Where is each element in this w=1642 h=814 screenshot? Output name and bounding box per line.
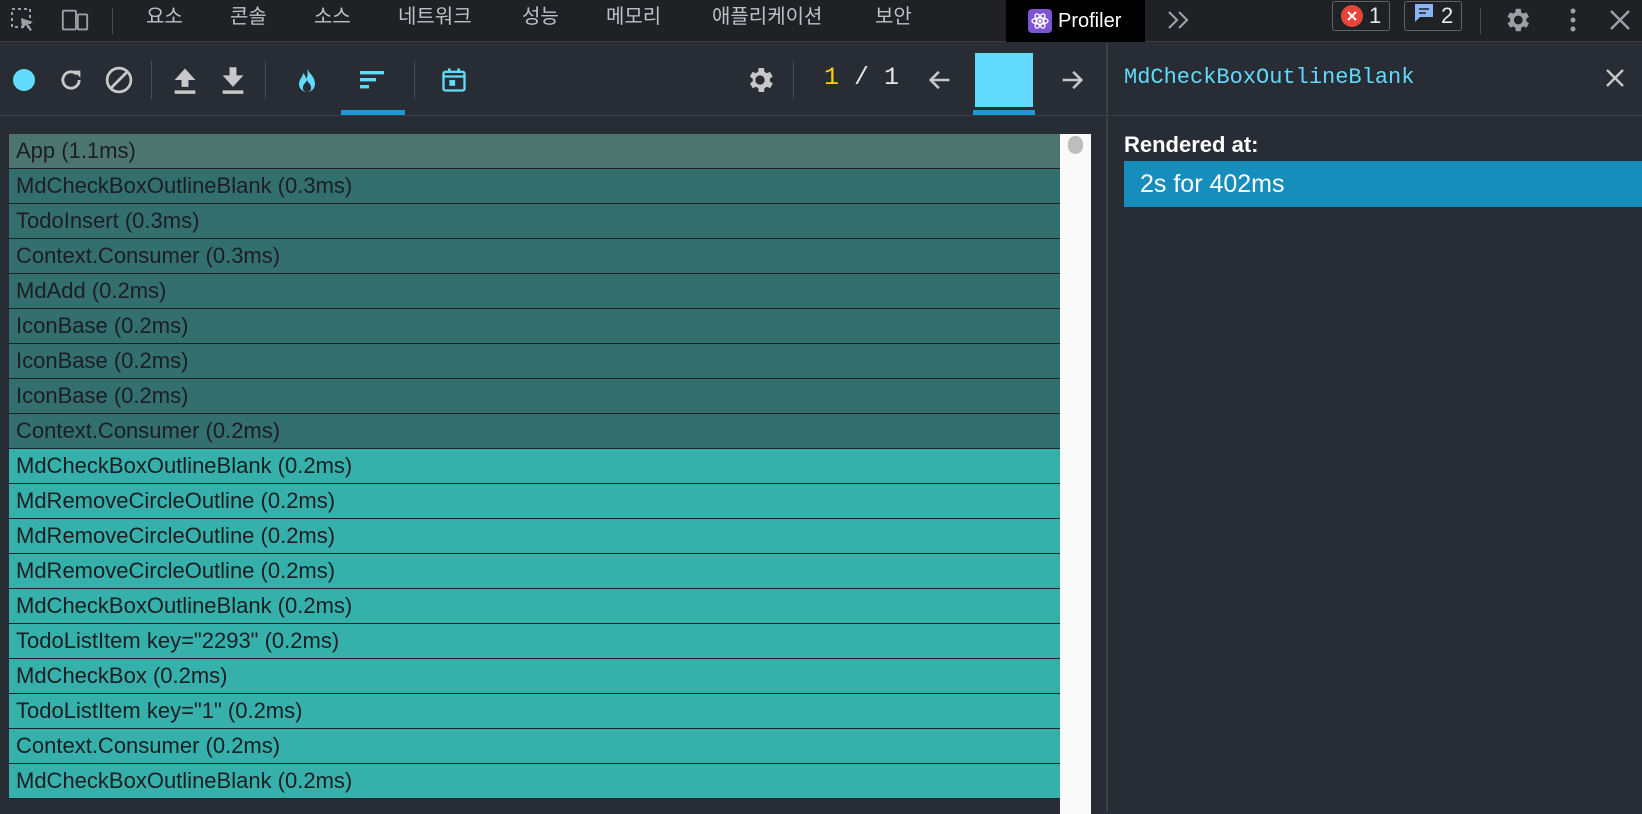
record-button[interactable] xyxy=(6,62,42,98)
kebab-menu-icon[interactable] xyxy=(1558,5,1588,35)
ranked-chart-row[interactable]: MdRemoveCircleOutline (0.2ms) xyxy=(9,519,1060,554)
error-icon xyxy=(1341,5,1363,27)
scrollbar-track[interactable] xyxy=(1060,134,1091,814)
message-counter[interactable]: 2 xyxy=(1404,1,1463,31)
ranked-chart-button[interactable] xyxy=(354,62,390,98)
ranked-chart-row[interactable]: App (1.1ms) xyxy=(9,134,1060,169)
more-tabs-chevron-icon[interactable] xyxy=(1164,5,1194,35)
device-toolbar-icon[interactable] xyxy=(60,5,90,35)
tab-application[interactable]: 애플리케이션 xyxy=(712,0,822,42)
ranked-chart: App (1.1ms) MdCheckBoxOutlineBlank (0.3ms… xyxy=(0,116,1106,814)
inspect-element-icon[interactable] xyxy=(8,5,38,35)
error-count: 1 xyxy=(1369,3,1382,28)
tab-performance[interactable]: 성능 xyxy=(522,0,559,42)
ranked-chart-row[interactable]: IconBase (0.2ms) xyxy=(9,379,1060,414)
load-profile-button[interactable] xyxy=(167,62,203,98)
ranked-chart-row[interactable]: TodoListItem key="2293" (0.2ms) xyxy=(9,624,1060,659)
clear-profiling-data-button[interactable] xyxy=(101,62,137,98)
close-sidebar-icon[interactable] xyxy=(1598,61,1632,95)
timeline-calendar-button[interactable] xyxy=(436,62,472,98)
tab-security[interactable]: 보안 xyxy=(875,0,912,42)
tab-elements[interactable]: 요소 xyxy=(146,0,183,42)
tab-profiler[interactable]: Profiler xyxy=(1006,0,1146,42)
commit-current: 1 xyxy=(824,63,840,92)
tab-console[interactable]: 콘솔 xyxy=(230,0,267,42)
tab-network[interactable]: 네트워크 xyxy=(398,0,472,42)
next-commit-arrow-icon[interactable] xyxy=(1054,62,1090,98)
flame-chart-button[interactable] xyxy=(289,62,325,98)
commit-counter: 1 / 1 xyxy=(824,63,899,92)
ranked-chart-row[interactable]: MdCheckBoxOutlineBlank (0.2ms) xyxy=(9,449,1060,484)
ranked-chart-row[interactable]: Context.Consumer (0.2ms) xyxy=(9,414,1060,449)
selected-component-name: MdCheckBoxOutlineBlank xyxy=(1124,65,1415,90)
commit-total: 1 xyxy=(884,63,900,92)
rendered-at-entry[interactable]: 2s for 402ms xyxy=(1124,161,1642,207)
ranked-chart-row[interactable]: TodoInsert (0.3ms) xyxy=(9,204,1060,239)
commit-selected-indicator xyxy=(973,110,1035,115)
react-logo-icon xyxy=(1028,9,1052,33)
message-count: 2 xyxy=(1441,3,1454,28)
ranked-chart-row[interactable]: Context.Consumer (0.3ms) xyxy=(9,239,1060,274)
save-profile-button[interactable] xyxy=(215,62,251,98)
ranked-chart-row[interactable]: Context.Consumer (0.2ms) xyxy=(9,729,1060,764)
ranked-chart-row[interactable]: MdCheckBox (0.2ms) xyxy=(9,659,1060,694)
settings-gear-icon[interactable] xyxy=(1502,5,1532,35)
ranked-chart-row[interactable]: IconBase (0.2ms) xyxy=(9,344,1060,379)
ranked-chart-row[interactable]: MdCheckBoxOutlineBlank (0.2ms) xyxy=(9,589,1060,624)
commit-separator: / xyxy=(839,63,885,92)
commit-bar[interactable] xyxy=(975,53,1033,107)
selected-component-sidebar: MdCheckBoxOutlineBlank Rendered at: 2s f… xyxy=(1106,43,1642,812)
reload-and-profile-button[interactable] xyxy=(53,62,89,98)
ranked-chart-row[interactable]: MdCheckBoxOutlineBlank (0.2ms) xyxy=(9,764,1060,799)
ranked-chart-row[interactable]: MdRemoveCircleOutline (0.2ms) xyxy=(9,484,1060,519)
devtools-tab-bar: 요소 콘솔 소스 네트워크 성능 메모리 애플리케이션 보안 Profiler … xyxy=(0,0,1642,42)
error-counter[interactable]: 1 xyxy=(1332,1,1391,31)
ranked-chart-row[interactable]: MdRemoveCircleOutline (0.2ms) xyxy=(9,554,1060,589)
profiler-toolbar: 1 / 1 xyxy=(0,43,1106,116)
tab-sources[interactable]: 소스 xyxy=(314,0,351,42)
ranked-chart-row[interactable]: TodoListItem key="1" (0.2ms) xyxy=(9,694,1060,729)
ranked-rows: App (1.1ms) MdCheckBoxOutlineBlank (0.3ms… xyxy=(9,134,1060,799)
tab-profiler-label: Profiler xyxy=(1058,9,1122,32)
scrollbar-thumb[interactable] xyxy=(1068,136,1083,154)
tab-memory[interactable]: 메모리 xyxy=(606,0,661,42)
ranked-chart-row[interactable]: IconBase (0.2ms) xyxy=(9,309,1060,344)
close-devtools-icon[interactable] xyxy=(1605,5,1635,35)
ranked-chart-row[interactable]: MdAdd (0.2ms) xyxy=(9,274,1060,309)
ranked-chart-row[interactable]: MdCheckBoxOutlineBlank (0.3ms) xyxy=(9,169,1060,204)
ranked-chart-selected-indicator xyxy=(341,110,405,115)
sidebar-header: MdCheckBoxOutlineBlank xyxy=(1108,43,1642,116)
message-icon xyxy=(1413,2,1435,30)
profiler-settings-gear-icon[interactable] xyxy=(742,62,778,98)
previous-commit-arrow-icon[interactable] xyxy=(922,62,958,98)
rendered-at-label: Rendered at: xyxy=(1124,132,1259,157)
